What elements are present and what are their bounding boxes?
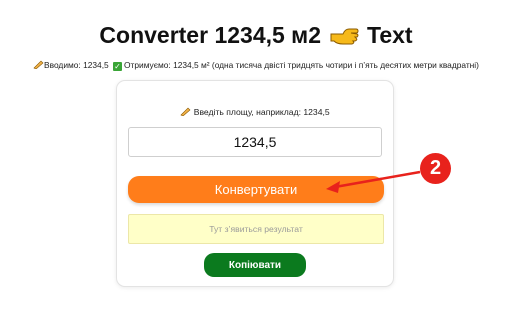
converter-card: Введіть площу, наприклад: 1234,5 Конверт… <box>116 80 394 287</box>
step-number-badge: 2 <box>420 153 451 184</box>
hint-text: Введіть площу, наприклад: 1234,5 <box>193 107 330 117</box>
input-example: Вводимо: 1234,5 <box>44 60 109 70</box>
result-box: Тут з’явиться результат <box>128 214 384 244</box>
example-line: Вводимо: 1234,5 ✓ Отримуємо: 1234,5 м² (о… <box>0 60 512 71</box>
output-example: Отримуємо: 1234,5 м² (одна тисяча двісті… <box>124 60 479 70</box>
copy-button[interactable]: Копіювати <box>204 253 306 277</box>
area-input[interactable] <box>128 127 382 157</box>
page-title: Converter 1234,5 м2 Text <box>0 22 512 49</box>
writing-hand-icon <box>33 60 44 69</box>
title-text: Converter 1234,5 м2 <box>99 22 321 48</box>
writing-hand-icon <box>180 107 191 116</box>
pointing-hand-icon <box>330 28 359 44</box>
input-hint: Введіть площу, наприклад: 1234,5 <box>117 107 393 117</box>
convert-button[interactable]: Конвертувати <box>128 176 384 203</box>
result-placeholder: Тут з’явиться результат <box>209 224 303 234</box>
check-mark-icon: ✓ <box>113 62 123 71</box>
title-suffix: Text <box>366 22 413 48</box>
